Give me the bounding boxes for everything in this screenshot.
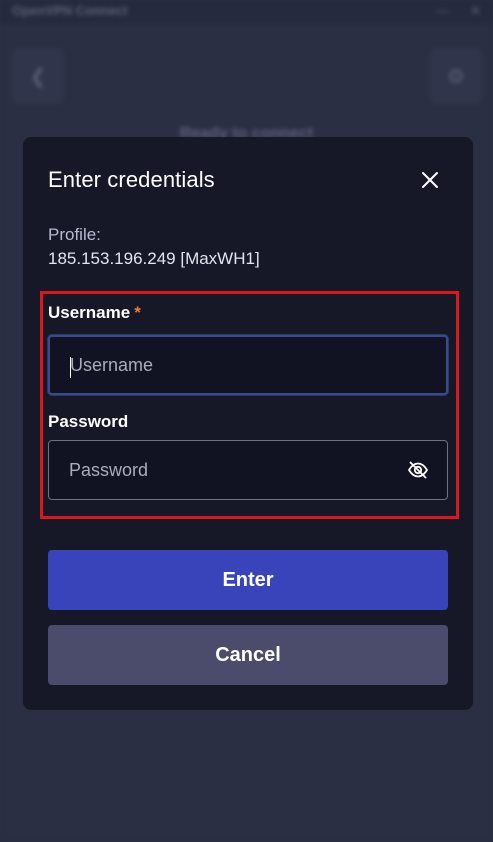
password-label: Password <box>48 412 129 431</box>
app-title: OpenVPN Connect <box>12 3 128 18</box>
close-dialog-button[interactable] <box>417 167 443 193</box>
minimize-icon[interactable]: — <box>436 3 449 18</box>
profile-value: 185.153.196.249 [MaxWH1] <box>48 249 260 268</box>
cancel-button[interactable]: Cancel <box>48 625 448 685</box>
dialog-title: Enter credentials <box>48 167 215 192</box>
enter-button[interactable]: Enter <box>48 550 448 610</box>
text-caret <box>70 357 71 378</box>
username-label-text: Username <box>48 303 131 322</box>
required-marker: * <box>134 303 141 322</box>
close-icon <box>422 172 438 188</box>
settings-button[interactable]: ⚙ <box>430 48 482 104</box>
credentials-dialog: Enter credentials Profile: 185.153.196.2… <box>23 137 473 710</box>
username-input[interactable] <box>70 337 400 393</box>
toggle-password-visibility-button[interactable] <box>407 459 429 481</box>
chevron-left-icon: ❮ <box>29 65 47 88</box>
gear-icon: ⚙ <box>447 65 465 88</box>
window-close-icon[interactable]: ✕ <box>470 3 481 19</box>
back-button[interactable]: ❮ <box>12 48 64 104</box>
password-input[interactable] <box>69 441 399 499</box>
password-field-wrapper <box>48 440 448 500</box>
profile-label: Profile: <box>48 225 101 244</box>
username-label: Username * <box>48 303 141 323</box>
username-field-wrapper <box>48 335 448 395</box>
eye-off-icon <box>408 461 428 479</box>
title-bar: OpenVPN Connect — ✕ <box>0 0 493 24</box>
